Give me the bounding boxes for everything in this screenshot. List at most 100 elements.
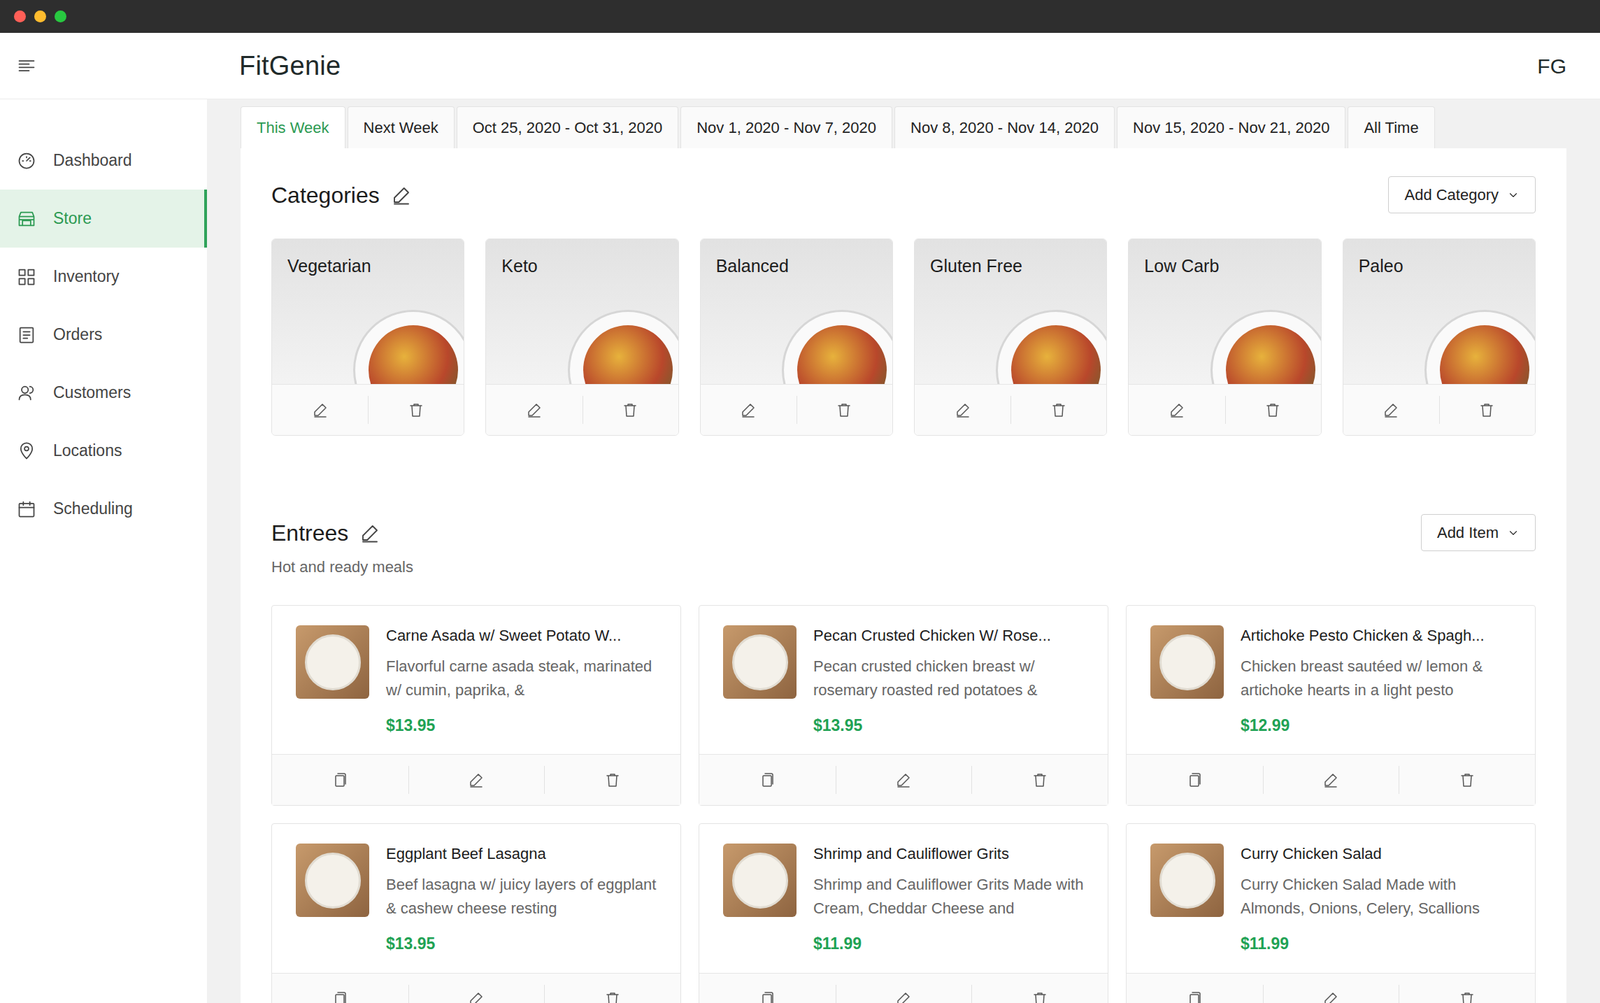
chevron-down-icon[interactable] — [1506, 526, 1520, 540]
edit-button[interactable] — [408, 754, 545, 805]
edit-button[interactable] — [1262, 754, 1400, 805]
pencil-icon[interactable] — [1322, 771, 1340, 789]
trash-icon[interactable] — [604, 771, 621, 789]
category-card[interactable]: Paleo — [1342, 238, 1536, 436]
trash-icon[interactable] — [835, 401, 853, 419]
tab-label[interactable]: This Week — [256, 116, 330, 140]
edit-button[interactable] — [1262, 973, 1400, 1003]
week-tab[interactable]: Next Week — [347, 106, 455, 149]
pencil-icon[interactable] — [895, 990, 912, 1003]
locations-icon[interactable] — [16, 441, 37, 461]
pencil-icon[interactable] — [1322, 990, 1340, 1003]
category-card[interactable]: Low Carb — [1127, 238, 1321, 436]
sidebar-item[interactable]: Inventory — [0, 247, 207, 306]
edit-button[interactable] — [272, 384, 368, 435]
copy-icon[interactable] — [1186, 990, 1203, 1003]
sidebar-label[interactable]: Orders — [53, 322, 103, 347]
pencil-icon[interactable] — [467, 990, 485, 1003]
dashboard-icon[interactable] — [16, 151, 37, 171]
add-button[interactable]: Add Category — [1388, 176, 1536, 214]
chevron-down-icon[interactable] — [1506, 526, 1520, 540]
entree-card[interactable]: Curry Chicken SaladCurry Chicken Salad M… — [1125, 823, 1536, 1003]
tab-label[interactable]: Nov 1, 2020 - Nov 7, 2020 — [696, 116, 877, 140]
duplicate-button[interactable] — [699, 973, 836, 1003]
duplicate-button[interactable] — [272, 973, 409, 1003]
pencil-icon[interactable] — [954, 401, 972, 419]
trash-icon[interactable] — [1031, 990, 1049, 1003]
delete-button[interactable] — [544, 754, 681, 805]
pencil-icon[interactable] — [359, 522, 381, 544]
sidebar-label[interactable]: Store — [53, 206, 92, 231]
pencil-icon[interactable] — [359, 522, 381, 544]
delete-button[interactable] — [796, 384, 893, 435]
pencil-icon[interactable] — [525, 401, 543, 419]
chevron-down-icon[interactable] — [1506, 188, 1520, 202]
pencil-icon[interactable] — [739, 401, 757, 419]
scheduling-icon[interactable] — [16, 499, 37, 519]
add-button-label[interactable]: Add Item — [1437, 520, 1499, 545]
entree-card[interactable]: Artichoke Pesto Chicken & Spagh...Chicke… — [1125, 604, 1536, 806]
sidebar-item[interactable]: Scheduling — [0, 479, 207, 538]
entree-card[interactable]: Eggplant Beef LasagnaBeef lasagna w/ jui… — [271, 823, 682, 1003]
pencil-icon[interactable] — [311, 401, 329, 419]
delete-button[interactable] — [367, 384, 464, 435]
delete-button[interactable] — [971, 973, 1108, 1003]
minimize-button[interactable] — [34, 10, 47, 23]
copy-icon[interactable] — [331, 990, 349, 1003]
sidebar-label[interactable]: Dashboard — [53, 148, 133, 173]
category-card[interactable]: Balanced — [700, 238, 894, 436]
edit-button[interactable] — [1343, 384, 1440, 435]
pencil-icon[interactable] — [467, 990, 485, 1003]
copy-icon[interactable] — [1186, 771, 1203, 789]
tab-label[interactable]: Nov 8, 2020 - Nov 14, 2020 — [910, 116, 1099, 140]
sidebar-item[interactable]: Locations — [0, 421, 207, 480]
delete-button[interactable] — [1398, 973, 1535, 1003]
edit-button[interactable] — [835, 973, 973, 1003]
store-icon[interactable] — [16, 209, 37, 229]
delete-button[interactable] — [1010, 384, 1107, 435]
sidebar-label[interactable]: Customers — [53, 380, 131, 405]
delete-button[interactable] — [1439, 384, 1535, 435]
week-tab[interactable]: Nov 1, 2020 - Nov 7, 2020 — [680, 106, 893, 149]
pencil-icon[interactable] — [1168, 401, 1186, 419]
pencil-icon[interactable] — [1382, 401, 1400, 419]
trash-icon[interactable] — [1050, 401, 1068, 419]
delete-button[interactable] — [582, 384, 679, 435]
pencil-icon[interactable] — [1382, 401, 1400, 419]
inventory-icon[interactable] — [16, 267, 37, 287]
edit-button[interactable] — [914, 384, 1011, 435]
trash-icon[interactable] — [1458, 771, 1476, 789]
sidebar-item[interactable]: Dashboard — [0, 131, 207, 190]
pencil-icon[interactable] — [390, 184, 412, 206]
copy-icon[interactable] — [758, 990, 776, 1003]
zoom-button[interactable] — [54, 10, 67, 23]
edit-button[interactable] — [486, 384, 582, 435]
pencil-icon[interactable] — [467, 771, 485, 789]
pencil-icon[interactable] — [954, 401, 972, 419]
duplicate-button[interactable] — [1126, 973, 1263, 1003]
trash-icon[interactable] — [1050, 401, 1068, 419]
close-button[interactable] — [13, 10, 26, 23]
pencil-icon[interactable] — [467, 771, 485, 789]
category-card[interactable]: Keto — [485, 238, 679, 436]
dashboard-icon[interactable] — [16, 151, 37, 171]
trash-icon[interactable] — [1458, 990, 1476, 1003]
logo[interactable]: FitGenie — [206, 46, 341, 87]
pencil-icon[interactable] — [311, 401, 329, 419]
category-card[interactable]: Vegetarian — [271, 238, 465, 436]
trash-icon[interactable] — [1458, 990, 1476, 1003]
week-tab[interactable]: Nov 15, 2020 - Nov 21, 2020 — [1116, 106, 1346, 149]
trash-icon[interactable] — [621, 401, 639, 419]
customers-icon[interactable] — [16, 383, 37, 403]
delete-button[interactable] — [971, 754, 1108, 805]
trash-icon[interactable] — [604, 771, 621, 789]
sidebar-item[interactable]: Orders — [0, 305, 207, 364]
copy-icon[interactable] — [758, 771, 776, 789]
pencil-icon[interactable] — [1168, 401, 1186, 419]
sidebar-label[interactable]: Scheduling — [53, 496, 133, 521]
pencil-icon[interactable] — [739, 401, 757, 419]
locations-icon[interactable] — [16, 441, 37, 461]
tab-label[interactable]: Nov 15, 2020 - Nov 21, 2020 — [1132, 116, 1330, 140]
inventory-icon[interactable] — [16, 267, 37, 287]
edit-button[interactable] — [835, 754, 973, 805]
